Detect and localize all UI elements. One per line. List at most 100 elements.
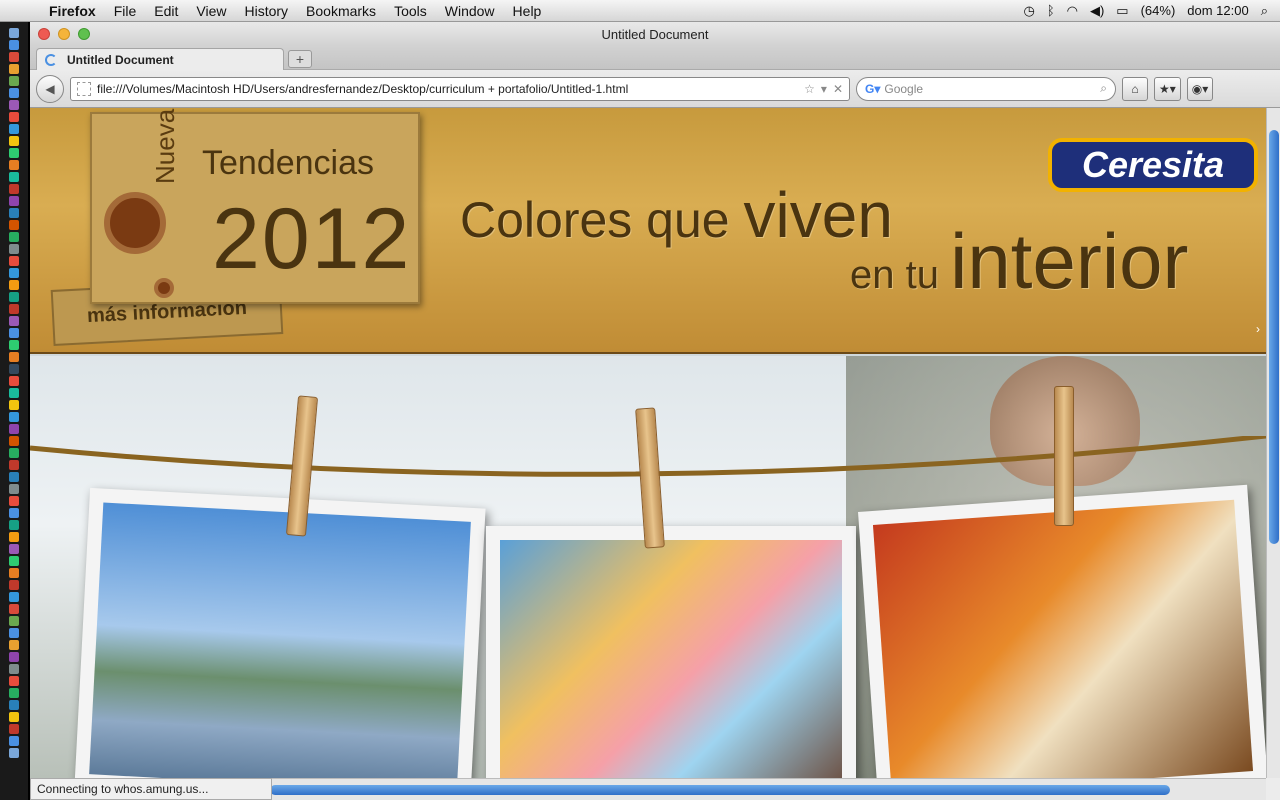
dock-app-icon[interactable] [9, 184, 19, 194]
search-input[interactable]: Google [884, 82, 1096, 96]
dock-app-icon[interactable] [9, 448, 19, 458]
dock-app-icon[interactable] [9, 112, 19, 122]
dock-app-icon[interactable] [9, 376, 19, 386]
vertical-scrollbar[interactable] [1266, 108, 1280, 778]
dock-app-icon[interactable] [9, 700, 19, 710]
dock-app-icon[interactable] [9, 688, 19, 698]
dock-app-icon[interactable] [9, 460, 19, 470]
magnifier-icon[interactable]: ⌕ [1100, 81, 1107, 96]
minimize-window-icon[interactable] [58, 28, 70, 40]
dock-app-icon[interactable] [9, 100, 19, 110]
tab-untitled-document[interactable]: Untitled Document [36, 48, 284, 70]
dock-app-icon[interactable] [9, 748, 19, 758]
dock-app-icon[interactable] [9, 76, 19, 86]
photo-cotton-candy[interactable] [486, 526, 856, 778]
dock-app-icon[interactable] [9, 220, 19, 230]
dock-app-icon[interactable] [9, 280, 19, 290]
spotlight-search-icon[interactable]: ⌕ [1261, 3, 1268, 19]
close-window-icon[interactable] [38, 28, 50, 40]
dock-app-icon[interactable] [9, 472, 19, 482]
clock[interactable]: dom 12:00 [1187, 3, 1248, 18]
dock-app-icon[interactable] [9, 52, 19, 62]
dock-app-icon[interactable] [9, 508, 19, 518]
home-button[interactable]: ⌂ [1122, 76, 1148, 101]
url-history-dropdown-icon[interactable]: ▾ [821, 82, 827, 96]
vertical-scroll-thumb[interactable] [1269, 130, 1279, 544]
dock-app-icon[interactable] [9, 436, 19, 446]
addon-button[interactable]: ◉▾ [1186, 76, 1214, 101]
dock-app-icon[interactable] [9, 40, 19, 50]
dock-app-icon[interactable] [9, 64, 19, 74]
dock-app-icon[interactable] [9, 304, 19, 314]
dock-app-icon[interactable] [9, 532, 19, 542]
dock-app-icon[interactable] [9, 328, 19, 338]
dock-app-icon[interactable] [9, 256, 19, 266]
dock-app-icon[interactable] [9, 268, 19, 278]
dock-app-icon[interactable] [9, 316, 19, 326]
dock-app-icon[interactable] [9, 292, 19, 302]
menu-edit[interactable]: Edit [145, 3, 187, 19]
menu-history[interactable]: History [235, 3, 297, 19]
time-machine-icon[interactable]: ◷ [1023, 3, 1034, 19]
dock-app-icon[interactable] [9, 412, 19, 422]
horizontal-scroll-thumb[interactable] [270, 785, 1170, 795]
dock-app-icon[interactable] [9, 232, 19, 242]
dock-app-icon[interactable] [9, 196, 19, 206]
dock-app-icon[interactable] [9, 124, 19, 134]
dock-app-icon[interactable] [9, 388, 19, 398]
menu-file[interactable]: File [105, 3, 146, 19]
menu-view[interactable]: View [187, 3, 235, 19]
back-button[interactable]: ◀ [36, 74, 64, 103]
dock-app-icon[interactable] [9, 652, 19, 662]
dock-app-icon[interactable] [9, 496, 19, 506]
volume-icon[interactable]: ◀) [1090, 3, 1104, 19]
wifi-icon[interactable]: ◠ [1067, 3, 1078, 19]
dock-app-icon[interactable] [9, 628, 19, 638]
dock-app-icon[interactable] [9, 544, 19, 554]
menu-bookmarks[interactable]: Bookmarks [297, 3, 385, 19]
menu-window[interactable]: Window [436, 3, 504, 19]
new-tab-button[interactable]: + [288, 50, 312, 68]
battery-icon[interactable]: ▭ [1116, 3, 1128, 19]
dock-app-icon[interactable] [9, 580, 19, 590]
bluetooth-icon[interactable]: ᛒ [1047, 3, 1055, 18]
google-engine-icon[interactable]: G▾ [865, 82, 880, 96]
menu-tools[interactable]: Tools [385, 3, 436, 19]
dock-app-icon[interactable] [9, 88, 19, 98]
dock-app-icon[interactable] [9, 136, 19, 146]
search-bar[interactable]: G▾ Google ⌕ [856, 76, 1116, 101]
dock-app-icon[interactable] [9, 664, 19, 674]
dock-app-icon[interactable] [9, 208, 19, 218]
stop-loading-icon[interactable]: ✕ [833, 82, 843, 96]
dock-app-icon[interactable] [9, 736, 19, 746]
dock-app-icon[interactable] [9, 172, 19, 182]
dock-app-icon[interactable] [9, 160, 19, 170]
dock-app-icon[interactable] [9, 556, 19, 566]
url-bar[interactable]: file:///Volumes/Macintosh HD/Users/andre… [70, 76, 850, 101]
banner-next-icon[interactable]: › [1256, 322, 1260, 336]
dock-app-icon[interactable] [9, 244, 19, 254]
bookmarks-button[interactable]: ★▾ [1154, 76, 1181, 101]
dock-app-icon[interactable] [9, 484, 19, 494]
dock-app-icon[interactable] [9, 424, 19, 434]
photo-fishing[interactable] [74, 487, 486, 778]
ceresita-banner[interactable]: más información Nuevas Tendencias 2012 C… [30, 108, 1266, 354]
bookmark-star-icon[interactable]: ☆ [804, 82, 815, 96]
dock-app-icon[interactable] [9, 520, 19, 530]
dock-app-icon[interactable] [9, 352, 19, 362]
dock-app-icon[interactable] [9, 340, 19, 350]
dock-app-icon[interactable] [9, 568, 19, 578]
ceresita-logo[interactable]: Ceresita [1048, 138, 1258, 192]
photo-carousel[interactable] [858, 484, 1266, 778]
dock-app-icon[interactable] [9, 592, 19, 602]
dock-app-icon[interactable] [9, 616, 19, 626]
app-menu[interactable]: Firefox [40, 3, 105, 19]
dock-app-icon[interactable] [9, 400, 19, 410]
dock-app-icon[interactable] [9, 712, 19, 722]
dock-app-icon[interactable] [9, 364, 19, 374]
dock-app-icon[interactable] [9, 148, 19, 158]
zoom-window-icon[interactable] [78, 28, 90, 40]
dock-app-icon[interactable] [9, 604, 19, 614]
dock-app-icon[interactable] [9, 724, 19, 734]
url-text[interactable]: file:///Volumes/Macintosh HD/Users/andre… [97, 82, 798, 96]
